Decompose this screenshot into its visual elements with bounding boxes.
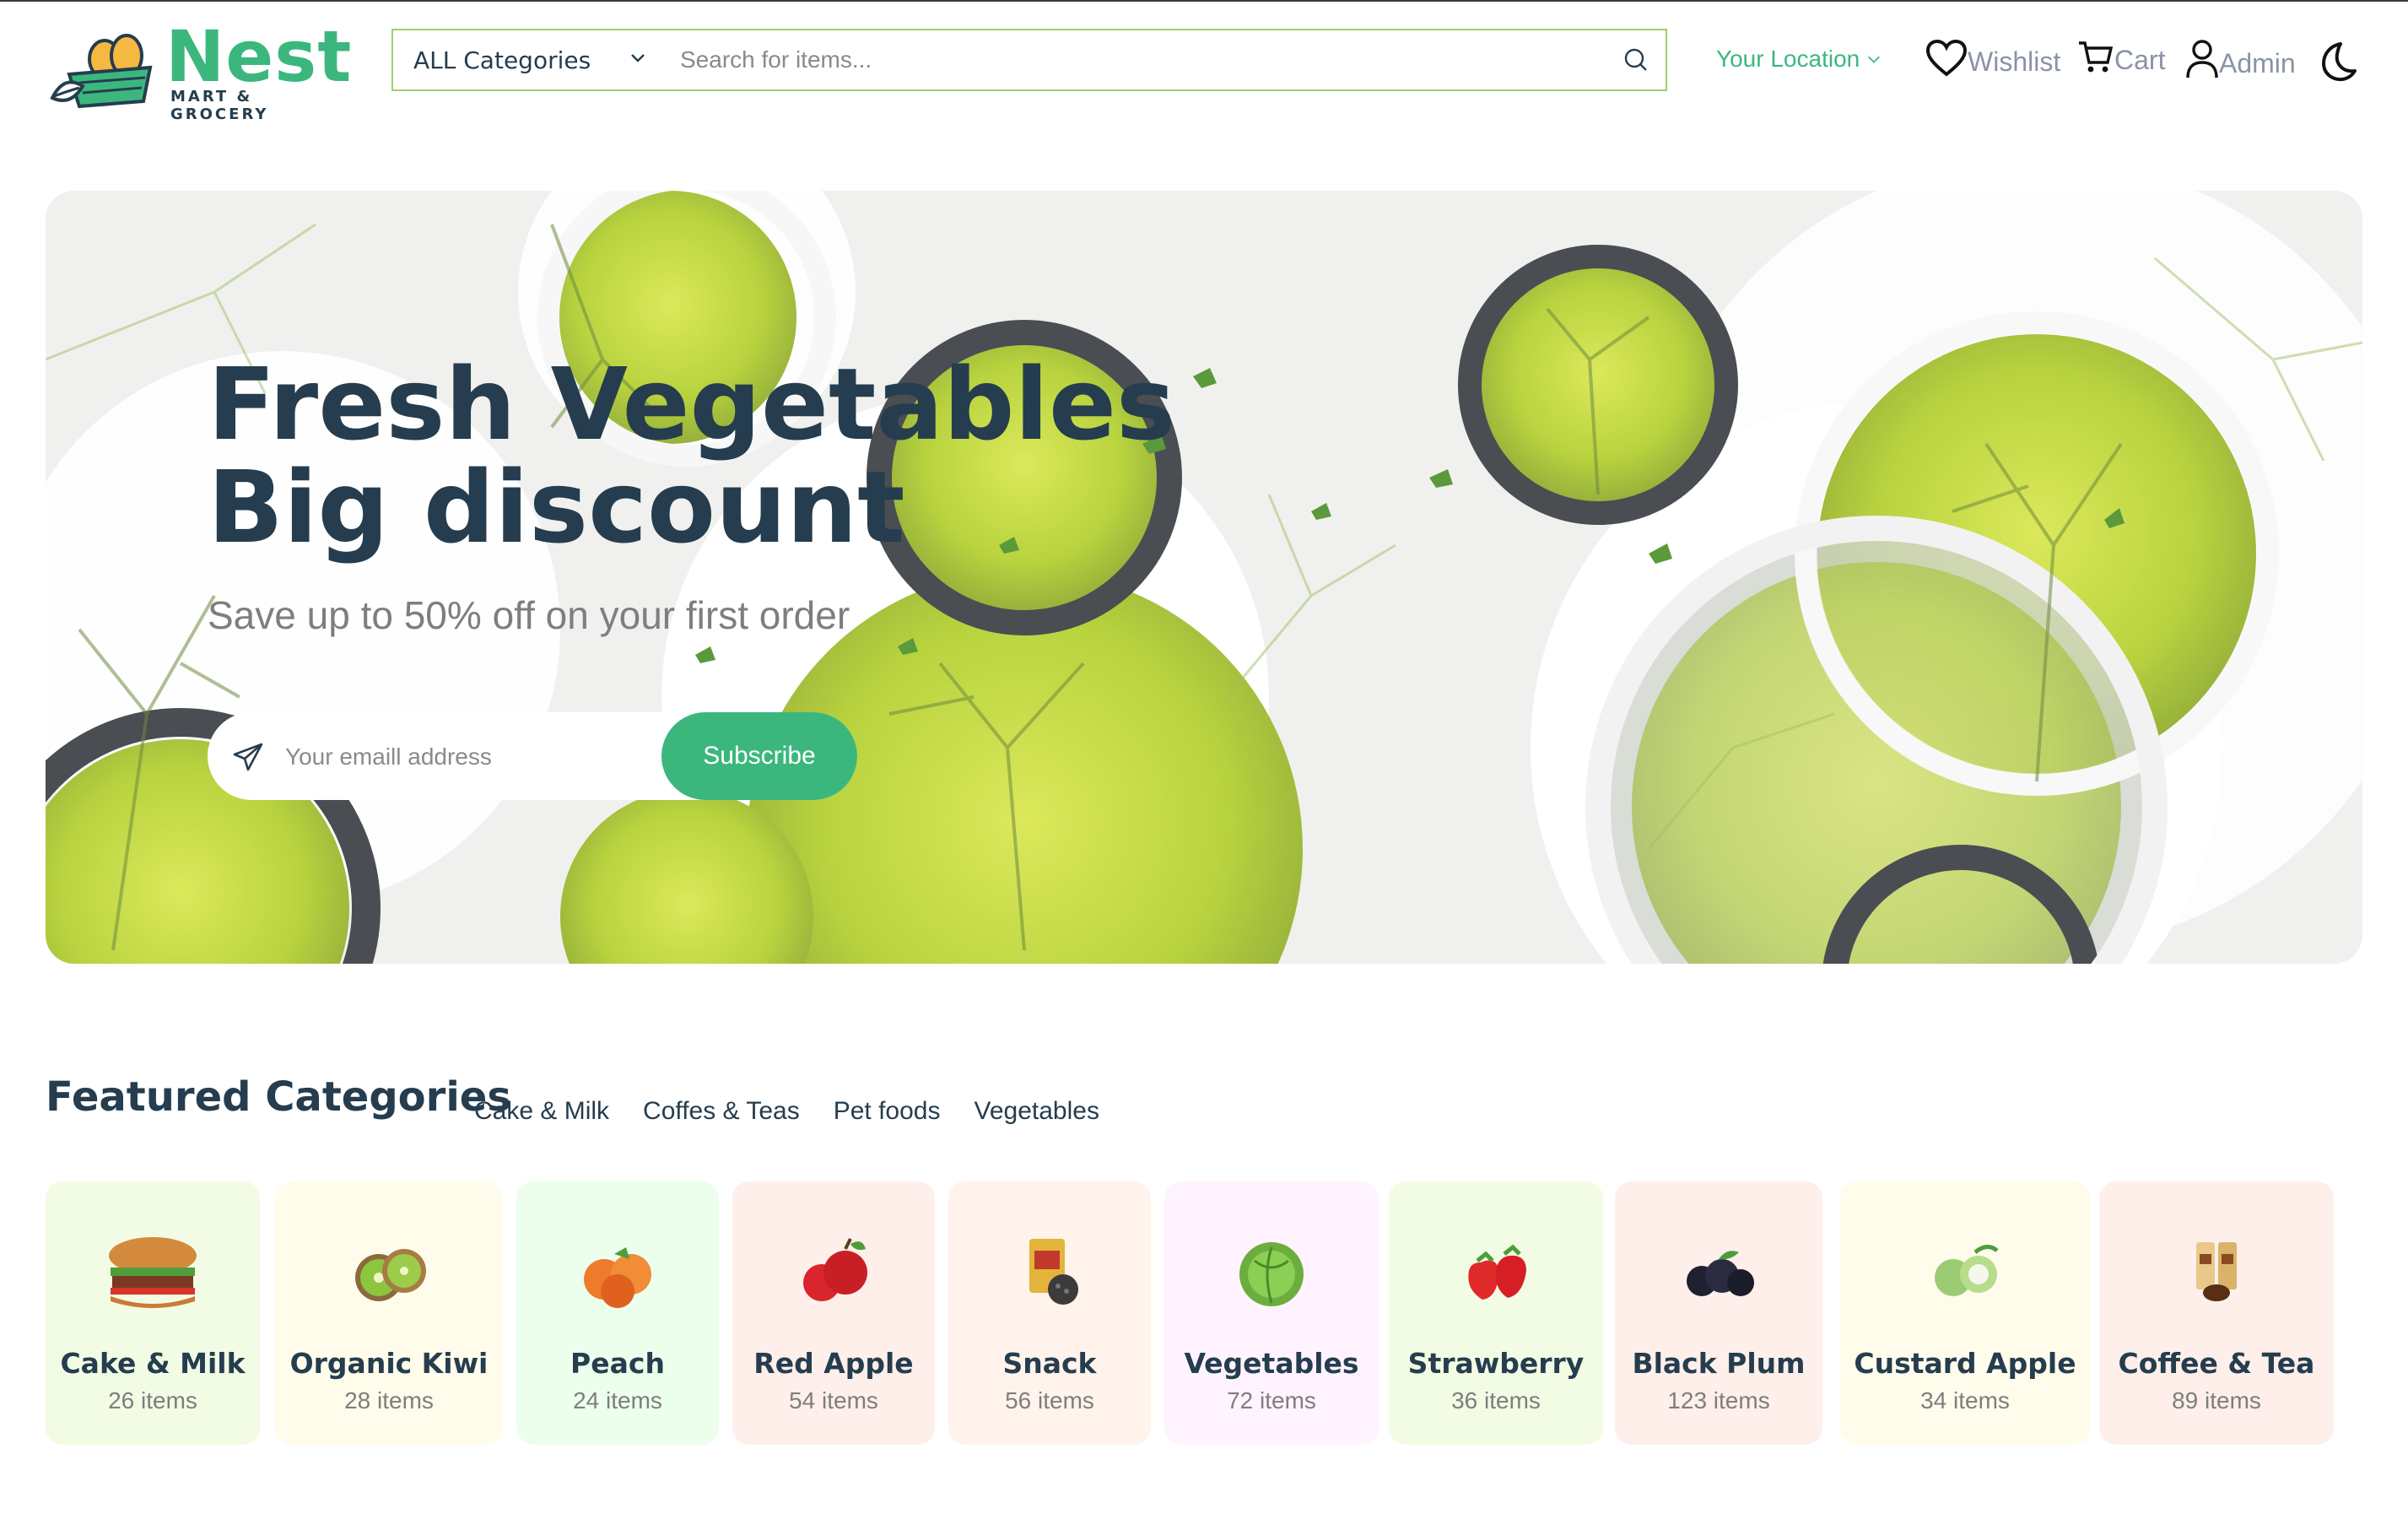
cart-label: Cart: [2114, 45, 2166, 75]
cart-icon: [2079, 41, 2114, 73]
strawberry-icon: [1468, 1244, 1526, 1300]
burger-icon: [109, 1237, 197, 1308]
basket-logo-icon: [50, 34, 153, 109]
search-button[interactable]: [1606, 30, 1666, 89]
category-name: Black Plum: [1632, 1347, 1806, 1380]
hero-subtitle: Save up to 50% off on your first order: [208, 593, 850, 637]
snack-icon: [1029, 1239, 1078, 1305]
featured-tab-coffes-teas[interactable]: Coffes & Teas: [643, 1097, 800, 1126]
hero-title: Fresh Vegetables Big discount: [208, 353, 1175, 559]
category-card[interactable]: Black Plum 123 items: [1615, 1181, 1822, 1445]
search-bar: ALL Categories: [391, 29, 1667, 91]
category-card[interactable]: Vegetables 72 items: [1164, 1181, 1379, 1445]
category-name: Snack: [1002, 1347, 1097, 1380]
featured-tabs: Cake & Milk Coffes & Teas Pet foods Vege…: [474, 1097, 1099, 1126]
category-name: Coffee & Tea: [2118, 1347, 2315, 1380]
category-card[interactable]: Snack 56 items: [948, 1181, 1151, 1445]
category-select[interactable]: ALL Categories: [393, 30, 672, 89]
category-count: 54 items: [789, 1387, 878, 1414]
category-card[interactable]: Strawberry 36 items: [1389, 1181, 1603, 1445]
wishlist-label: Wishlist: [1968, 46, 2061, 77]
category-count: 28 items: [344, 1387, 434, 1414]
hero-banner: Fresh Vegetables Big discount Save up to…: [46, 191, 2362, 964]
brand-logo[interactable]: Nest MART & GROCERY: [46, 15, 351, 123]
email-input[interactable]: [283, 731, 641, 783]
search-icon: [1624, 48, 1647, 71]
category-count: 56 items: [1005, 1387, 1094, 1414]
subscribe-button[interactable]: Subscribe: [661, 712, 857, 800]
location-label: Your Location: [1716, 46, 1860, 72]
admin-link[interactable]: Admin: [2185, 39, 2296, 79]
hero-title-line-2: Big discount: [208, 449, 905, 565]
category-name: Red Apple: [753, 1347, 914, 1380]
theme-toggle[interactable]: [2315, 41, 2357, 86]
category-count: 89 items: [2172, 1387, 2261, 1414]
peach-icon: [584, 1247, 651, 1308]
kiwi-icon: [355, 1249, 426, 1301]
hero-background-art: [46, 191, 2362, 964]
plum-icon: [1687, 1251, 1754, 1296]
category-name: Custard Apple: [1854, 1347, 2076, 1380]
featured-tab-vegetables[interactable]: Vegetables: [974, 1097, 1099, 1126]
admin-label: Admin: [2219, 48, 2296, 78]
apple-icon: [803, 1238, 867, 1301]
cabbage-icon: [1239, 1242, 1304, 1306]
hero-title-line-1: Fresh Vegetables: [208, 346, 1176, 462]
user-icon: [2186, 40, 2218, 78]
moon-icon: [2322, 42, 2357, 82]
send-icon: [233, 743, 263, 771]
category-name: Cake & Milk: [60, 1347, 246, 1380]
category-card[interactable]: Organic Kiwi 28 items: [275, 1181, 503, 1445]
category-name: Organic Kiwi: [289, 1347, 489, 1380]
category-select-value: ALL Categories: [413, 46, 591, 74]
custard-apple-icon: [1935, 1245, 1999, 1296]
category-name: Peach: [570, 1347, 665, 1380]
category-count: 72 items: [1227, 1387, 1316, 1414]
top-border: [0, 0, 2408, 2]
wishlist-link[interactable]: Wishlist: [1925, 39, 2060, 78]
featured-tab-pet-foods[interactable]: Pet foods: [834, 1097, 941, 1126]
category-card[interactable]: Custard Apple 34 items: [1839, 1181, 2091, 1445]
heart-icon: [1925, 39, 1968, 77]
category-count: 123 items: [1667, 1387, 1770, 1414]
brand-tagline: MART & GROCERY: [170, 88, 269, 123]
newsletter-form: Subscribe: [208, 712, 857, 800]
cart-link[interactable]: Cart: [2077, 39, 2165, 76]
category-card[interactable]: Coffee & Tea 89 items: [2099, 1181, 2334, 1445]
category-count: 26 items: [108, 1387, 197, 1414]
coffee-icon: [2196, 1242, 2237, 1301]
category-name: Vegetables: [1184, 1347, 1359, 1380]
category-name: Strawberry: [1407, 1347, 1585, 1380]
chevron-down-icon: [1868, 56, 1881, 63]
location-selector[interactable]: Your Location: [1716, 46, 1882, 73]
search-input[interactable]: [672, 34, 1606, 86]
featured-tab-cake-milk[interactable]: Cake & Milk: [474, 1097, 609, 1126]
category-count: 24 items: [573, 1387, 662, 1414]
featured-title: Featured Categories: [46, 1073, 511, 1121]
category-card[interactable]: Cake & Milk 26 items: [46, 1181, 260, 1445]
category-count: 36 items: [1451, 1387, 1541, 1414]
category-card[interactable]: Red Apple 54 items: [732, 1181, 935, 1445]
brand-name: Nest: [165, 15, 353, 98]
category-card[interactable]: Peach 24 items: [516, 1181, 719, 1445]
category-count: 34 items: [1920, 1387, 2010, 1414]
chevron-down-icon: [631, 54, 645, 62]
